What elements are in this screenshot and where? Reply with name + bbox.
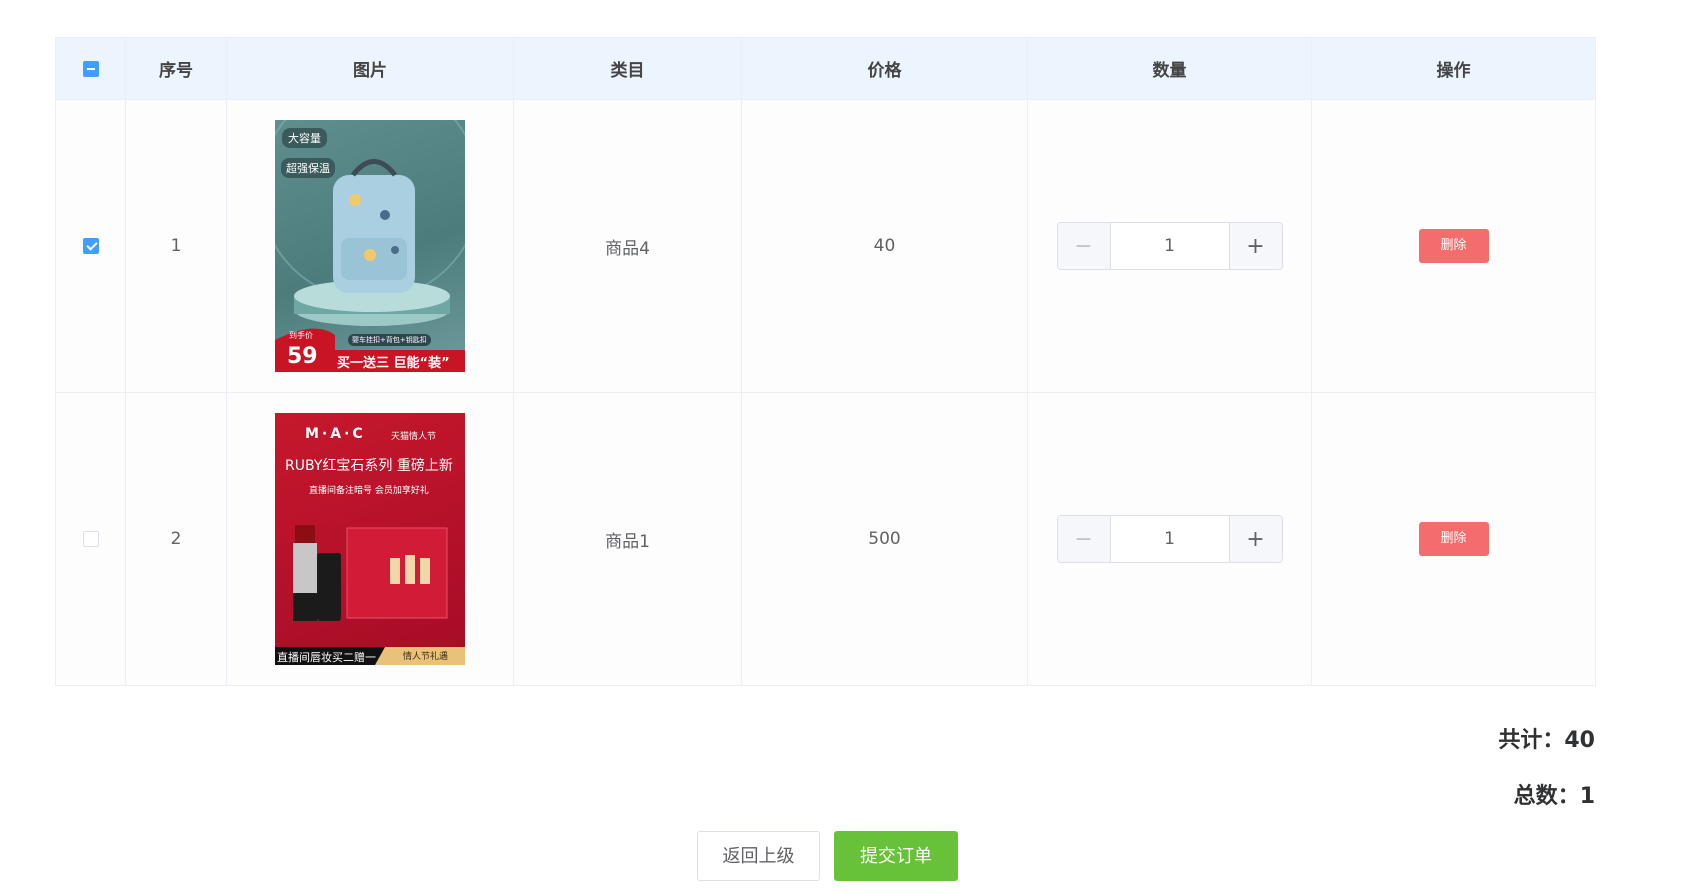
back-button[interactable]: 返回上级 [697, 831, 820, 881]
row-price: 40 [741, 99, 1028, 393]
row-index: 2 [125, 392, 227, 686]
cart-table: 序号 图片 类目 价格 数量 操作 1 大容量 超强保温 婴车挂扣+背包+钥匙扣… [55, 37, 1596, 686]
header-actions: 操作 [1311, 37, 1596, 100]
header-index: 序号 [125, 37, 227, 100]
footer-right-text: 情人节礼遇 [403, 652, 449, 662]
price-tag-value: 59 [287, 344, 318, 369]
header-category: 类目 [513, 37, 742, 100]
total-count: 总数：1 [1514, 778, 1595, 810]
decrease-button[interactable]: − [1057, 223, 1111, 269]
headline-text: RUBY红宝石系列 重磅上新 [285, 458, 453, 474]
row-checkbox[interactable] [82, 531, 99, 547]
delete-button[interactable]: 删除 [1418, 229, 1489, 263]
product-image: 大容量 超强保温 婴车挂扣+背包+钥匙扣 到手价 59 买一送三 巨能“装” [275, 120, 465, 372]
table-header-row: 序号 图片 类目 价格 数量 操作 [55, 37, 1596, 100]
increase-button[interactable]: + [1228, 516, 1282, 562]
total-amount: 共计：40 [1498, 722, 1595, 754]
image-cell: 大容量 超强保温 婴车挂扣+背包+钥匙扣 到手价 59 买一送三 巨能“装” [226, 99, 514, 393]
quantity-cell: − + [1027, 392, 1312, 686]
row-price: 500 [741, 392, 1028, 686]
total-label: 共计： [1498, 728, 1565, 753]
quantity-cell: − + [1027, 99, 1312, 393]
select-cell [55, 99, 126, 393]
product-image: M·A·C 天猫情人节 RUBY红宝石系列 重磅上新 直播间备注暗号 会员加享好… [275, 413, 465, 665]
row-category: 商品1 [513, 392, 742, 686]
header-image: 图片 [226, 37, 514, 100]
increase-button[interactable]: + [1228, 223, 1282, 269]
row-category: 商品4 [513, 99, 742, 393]
sub-text: 直播间备注暗号 会员加享好礼 [309, 486, 429, 496]
quantity-stepper: − + [1056, 222, 1283, 270]
quantity-input[interactable] [1110, 516, 1229, 562]
image-cell: M·A·C 天猫情人节 RUBY红宝石系列 重磅上新 直播间备注暗号 会员加享好… [226, 392, 514, 686]
table-row: 1 大容量 超强保温 婴车挂扣+背包+钥匙扣 到手价 59 买一送三 巨能“装”… [55, 99, 1596, 393]
badge-capacity: 大容量 [282, 128, 327, 148]
feature-tag: 婴车挂扣+背包+钥匙扣 [348, 334, 431, 346]
promo-text: 买一送三 巨能“装” [337, 356, 450, 371]
delete-button[interactable]: 删除 [1418, 522, 1489, 556]
footer-left-text: 直播间唇妆买二赠一 [277, 651, 376, 664]
badge-insulation: 超强保温 [281, 158, 335, 178]
row-checkbox[interactable] [82, 238, 99, 254]
quantity-input[interactable] [1110, 223, 1229, 269]
brand-logo: M·A·C [305, 426, 366, 442]
header-quantity: 数量 [1027, 37, 1312, 100]
submit-order-button[interactable]: 提交订单 [834, 831, 958, 881]
table-row: 2 M·A·C 天猫情人节 RUBY红宝石系列 重磅上新 直播间备注暗号 会员加… [55, 392, 1596, 686]
select-cell [55, 392, 126, 686]
count-value: 1 [1579, 784, 1595, 809]
total-value: 40 [1564, 728, 1595, 753]
count-label: 总数： [1513, 784, 1580, 809]
select-all-checkbox[interactable] [82, 60, 99, 77]
header-price: 价格 [741, 37, 1028, 100]
quantity-stepper: − + [1056, 515, 1283, 563]
event-text: 天猫情人节 [391, 432, 437, 442]
actions-cell: 删除 [1311, 99, 1596, 393]
row-index: 1 [125, 99, 227, 393]
price-tag-label: 到手价 [289, 331, 313, 340]
actions-cell: 删除 [1311, 392, 1596, 686]
decrease-button[interactable]: − [1057, 516, 1111, 562]
select-all-cell [55, 37, 126, 100]
